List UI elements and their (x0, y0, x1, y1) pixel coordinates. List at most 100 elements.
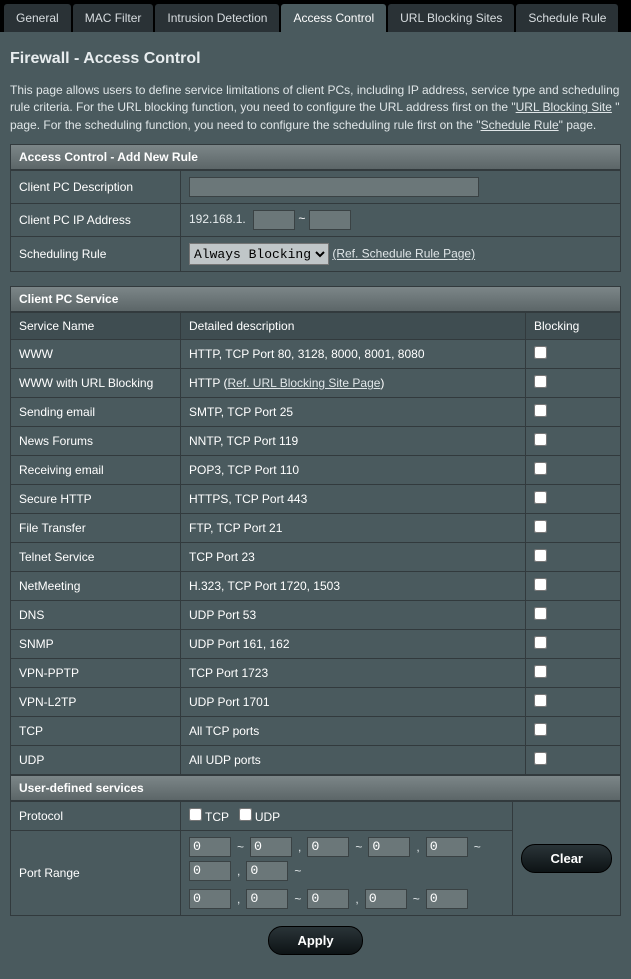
schedule-rule-label: Scheduling Rule (11, 237, 181, 272)
apply-button[interactable]: Apply (268, 926, 362, 955)
blocking-checkbox[interactable] (534, 723, 547, 736)
port-start-input[interactable] (246, 861, 288, 881)
port-comma: , (416, 840, 419, 854)
port-tilde: ~ (237, 840, 244, 854)
port-range-label: Port Range (11, 831, 181, 916)
service-row: NetMeetingH.323, TCP Port 1720, 1503 (11, 572, 621, 601)
service-name: SNMP (11, 630, 181, 659)
service-name: Secure HTTP (11, 485, 181, 514)
intro-text: This page allows users to define service… (10, 82, 621, 134)
blocking-cell (526, 398, 621, 427)
schedule-rule-link[interactable]: Schedule Rule (481, 118, 559, 132)
protocol-label: Protocol (11, 802, 181, 831)
blocking-checkbox[interactable] (534, 752, 547, 765)
blocking-cell (526, 485, 621, 514)
service-detail: TCP Port 23 (181, 543, 526, 572)
blocking-cell (526, 427, 621, 456)
protocol-udp-wrap[interactable]: UDP (239, 810, 280, 824)
blocking-cell (526, 340, 621, 369)
protocol-udp-label: UDP (255, 810, 280, 824)
blocking-checkbox[interactable] (534, 578, 547, 591)
service-detail: HTTP, TCP Port 80, 3128, 8000, 8001, 808… (181, 340, 526, 369)
blocking-checkbox[interactable] (534, 375, 547, 388)
service-name: News Forums (11, 427, 181, 456)
protocol-tcp-wrap[interactable]: TCP (189, 810, 229, 824)
tab-schedule-rule[interactable]: Schedule Rule (516, 4, 618, 32)
port-end-input[interactable] (189, 889, 231, 909)
service-name: DNS (11, 601, 181, 630)
port-end-input[interactable] (189, 861, 231, 881)
service-row: VPN-PPTPTCP Port 1723 (11, 659, 621, 688)
ref-schedule-link[interactable]: (Ref. Schedule Rule Page) (332, 247, 475, 261)
client-desc-label: Client PC Description (11, 171, 181, 204)
service-row: VPN-L2TPUDP Port 1701 (11, 688, 621, 717)
ref-url-blocking-link[interactable]: Ref. URL Blocking Site Page (227, 376, 380, 390)
port-comma: , (237, 864, 240, 878)
port-start-input[interactable] (365, 889, 407, 909)
protocol-udp-checkbox[interactable] (239, 808, 252, 821)
blocking-checkbox[interactable] (534, 346, 547, 359)
blocking-cell (526, 717, 621, 746)
port-end-input[interactable] (368, 837, 410, 857)
service-detail: POP3, TCP Port 110 (181, 456, 526, 485)
blocking-checkbox[interactable] (534, 462, 547, 475)
tab-general[interactable]: General (4, 4, 71, 32)
tab-bar: GeneralMAC FilterIntrusion DetectionAcce… (0, 0, 631, 32)
service-row: SNMPUDP Port 161, 162 (11, 630, 621, 659)
port-end-input[interactable] (426, 889, 468, 909)
blocking-checkbox[interactable] (534, 694, 547, 707)
service-detail: All UDP ports (181, 746, 526, 775)
blocking-checkbox[interactable] (534, 636, 547, 649)
blocking-checkbox[interactable] (534, 404, 547, 417)
schedule-rule-select[interactable]: Always Blocking (189, 243, 329, 265)
tab-mac-filter[interactable]: MAC Filter (73, 4, 154, 32)
blocking-cell (526, 369, 621, 398)
service-name: NetMeeting (11, 572, 181, 601)
client-ip-label: Client PC IP Address (11, 204, 181, 237)
service-name: TCP (11, 717, 181, 746)
service-name: File Transfer (11, 514, 181, 543)
service-detail: SMTP, TCP Port 25 (181, 398, 526, 427)
tab-access-control[interactable]: Access Control (281, 4, 386, 32)
content-area: Firewall - Access Control This page allo… (0, 32, 631, 979)
blocking-cell (526, 746, 621, 775)
service-row: File TransferFTP, TCP Port 21 (11, 514, 621, 543)
port-tilde: ~ (413, 892, 420, 906)
client-ip-start-input[interactable] (253, 210, 295, 230)
blocking-cell (526, 630, 621, 659)
service-detail: UDP Port 161, 162 (181, 630, 526, 659)
blocking-checkbox[interactable] (534, 549, 547, 562)
tab-url-blocking-sites[interactable]: URL Blocking Sites (388, 4, 514, 32)
protocol-tcp-checkbox[interactable] (189, 808, 202, 821)
section-client-service-header: Client PC Service (10, 286, 621, 312)
port-end-input[interactable] (307, 889, 349, 909)
service-detail: TCP Port 1723 (181, 659, 526, 688)
service-name: VPN-PPTP (11, 659, 181, 688)
service-detail: UDP Port 1701 (181, 688, 526, 717)
blocking-checkbox[interactable] (534, 607, 547, 620)
port-start-input[interactable] (246, 889, 288, 909)
client-desc-input[interactable] (189, 177, 479, 197)
blocking-cell (526, 456, 621, 485)
client-ip-end-input[interactable] (309, 210, 351, 230)
blocking-checkbox[interactable] (534, 433, 547, 446)
tab-intrusion-detection[interactable]: Intrusion Detection (155, 4, 279, 32)
service-row: DNSUDP Port 53 (11, 601, 621, 630)
port-range-inputs: ~,~,~,~,~,~ (189, 837, 504, 909)
section-add-rule-header: Access Control - Add New Rule (10, 144, 621, 170)
blocking-checkbox[interactable] (534, 491, 547, 504)
service-detail: NNTP, TCP Port 119 (181, 427, 526, 456)
service-name: VPN-L2TP (11, 688, 181, 717)
service-name: UDP (11, 746, 181, 775)
port-start-input[interactable] (426, 837, 468, 857)
port-end-input[interactable] (250, 837, 292, 857)
blocking-checkbox[interactable] (534, 520, 547, 533)
clear-button[interactable]: Clear (521, 844, 612, 873)
port-start-input[interactable] (307, 837, 349, 857)
port-comma: , (298, 840, 301, 854)
url-blocking-site-link[interactable]: URL Blocking Site (516, 100, 612, 114)
service-detail: HTTP (Ref. URL Blocking Site Page) (181, 369, 526, 398)
blocking-checkbox[interactable] (534, 665, 547, 678)
port-start-input[interactable] (189, 837, 231, 857)
add-rule-form: Client PC Description Client PC IP Addre… (10, 170, 621, 272)
